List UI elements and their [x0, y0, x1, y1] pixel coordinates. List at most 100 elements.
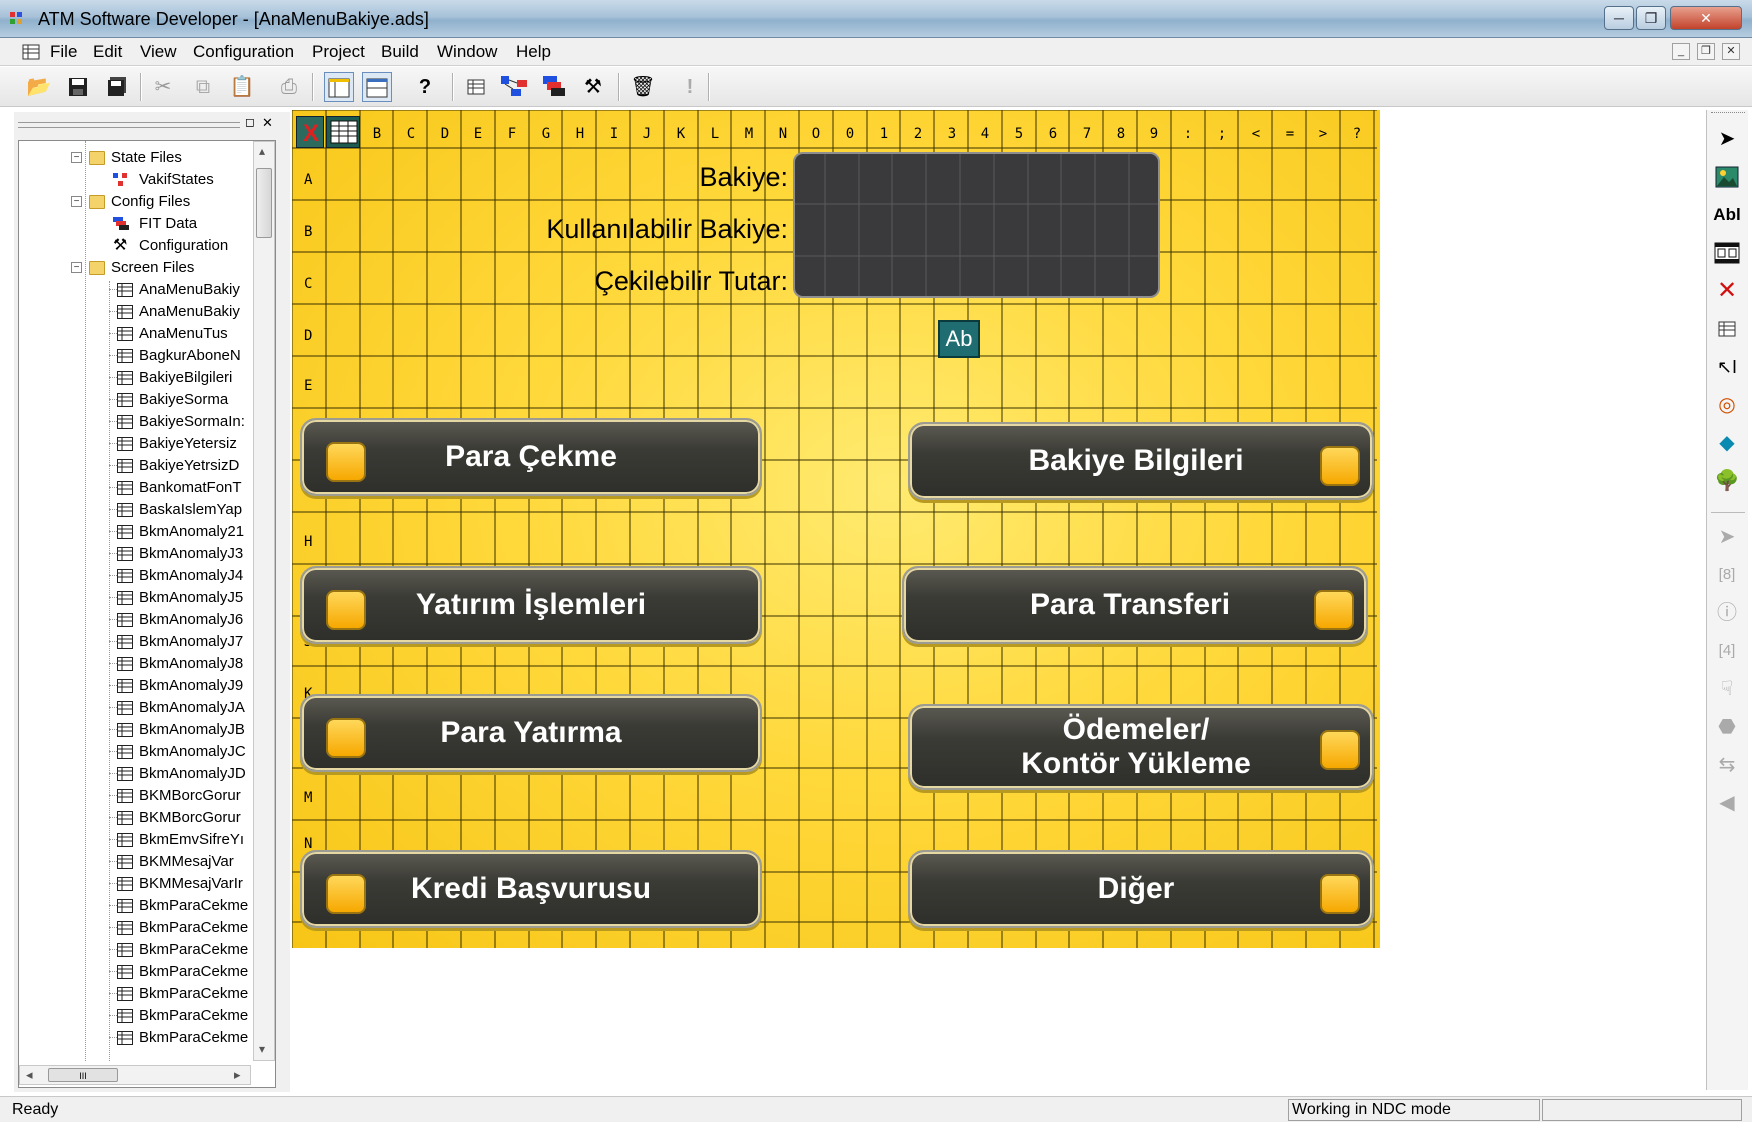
- screen-file-icon: [117, 723, 133, 737]
- corner-delete-button[interactable]: X: [296, 116, 324, 148]
- panel-gripper[interactable]: [18, 122, 240, 128]
- image-icon[interactable]: [1711, 162, 1743, 192]
- gauge-icon[interactable]: ◎: [1711, 390, 1743, 420]
- screen-design-canvas[interactable]: X BCDEFGHIJKLMNO0123456789:;<=>? ABCDEFG…: [292, 110, 1380, 948]
- collapse-toggle[interactable]: −: [71, 196, 82, 207]
- corner-grid-button[interactable]: [326, 116, 360, 148]
- grid-column-header: 8: [1116, 126, 1126, 142]
- grid-column-header: 2: [913, 126, 923, 142]
- screen-file-icon: [117, 679, 133, 693]
- grid-column-header: =: [1285, 126, 1295, 142]
- horizontal-scroll-thumb[interactable]: III: [48, 1068, 118, 1082]
- collapse-toggle[interactable]: −: [71, 152, 82, 163]
- odemeler-kontor-button[interactable]: Ödemeler/ Kontör Yükleme: [908, 704, 1374, 790]
- menu-build[interactable]: Build: [381, 42, 419, 62]
- scroll-right-arrow[interactable]: ▸: [234, 1067, 241, 1083]
- print-icon[interactable]: ⎙: [274, 72, 304, 102]
- mdi-close-button[interactable]: ✕: [1722, 43, 1740, 60]
- tree-vertical-scrollbar[interactable]: ▴ ▾: [253, 141, 275, 1061]
- yatirim-islemleri-button[interactable]: Yatırım İşlemleri: [300, 566, 762, 644]
- film-icon[interactable]: [1711, 238, 1743, 268]
- label-kullanilabilir-bakiye[interactable]: Kullanılabilir Bakiye:: [392, 214, 788, 245]
- tree-icon[interactable]: 🌳: [1711, 466, 1743, 496]
- cursor-text-icon[interactable]: ↖I: [1711, 352, 1743, 382]
- kredi-basvurusu-button[interactable]: Kredi Başvurusu: [300, 850, 762, 928]
- para-transferi-button[interactable]: Para Transferi: [902, 566, 1368, 644]
- menu-edit[interactable]: Edit: [93, 42, 122, 62]
- toolbox-gripper[interactable]: [1711, 112, 1745, 116]
- help-icon[interactable]: ?: [410, 72, 440, 102]
- run-icon[interactable]: !: [675, 72, 705, 102]
- menu-view[interactable]: View: [140, 42, 177, 62]
- hand-icon[interactable]: ☟: [1711, 674, 1743, 704]
- save-all-icon[interactable]: [102, 72, 132, 102]
- text-field-tag[interactable]: Ab: [938, 320, 980, 358]
- scroll-left-arrow[interactable]: ◂: [26, 1067, 33, 1083]
- diger-button[interactable]: Diğer: [908, 850, 1374, 928]
- balance-values-box[interactable]: [793, 152, 1160, 298]
- label-cekilebilir-tutar[interactable]: Çekilebilir Tutar:: [412, 266, 788, 297]
- fit-icon[interactable]: [539, 72, 569, 102]
- grid-column-header: ?: [1352, 126, 1362, 142]
- grid-column-header: B: [372, 126, 382, 142]
- toolbar-separator: [312, 73, 314, 101]
- label-bakiye[interactable]: Bakiye:: [442, 162, 788, 193]
- counter-icon[interactable]: [4]: [1711, 636, 1743, 666]
- mdi-minimize-button[interactable]: _: [1672, 43, 1690, 60]
- screen-file-icon: [117, 943, 133, 957]
- cut-icon[interactable]: ✂: [148, 72, 178, 102]
- vertical-scroll-thumb[interactable]: [256, 168, 272, 238]
- info-icon[interactable]: ⓘ: [1711, 598, 1743, 628]
- toolbar: 📂 ✂ ⧉ 📋 ⎙ ? ⚒ 🗑 !: [0, 67, 1752, 107]
- build-icon[interactable]: 🗑: [628, 72, 658, 102]
- controls-toolbox: ➤ Abl ✕ ↖I ◎ ◆ 🌳 ➤ [8] ⓘ [4] ☟ ⬣ ⇆ ◀: [1706, 110, 1748, 1090]
- minimize-button[interactable]: ─: [1604, 6, 1634, 30]
- save-icon[interactable]: [63, 72, 93, 102]
- menu-configuration[interactable]: Configuration: [193, 42, 294, 62]
- copy-icon[interactable]: ⧉: [188, 72, 218, 102]
- arrows-icon[interactable]: ⇆: [1711, 750, 1743, 780]
- number-box-icon[interactable]: [8]: [1711, 560, 1743, 590]
- state-icon[interactable]: [500, 72, 530, 102]
- pointer-disabled-icon[interactable]: ➤: [1711, 522, 1743, 552]
- menu-project[interactable]: Project: [312, 42, 365, 62]
- scroll-up-arrow[interactable]: ▴: [259, 144, 265, 158]
- screen-file-icon: [117, 327, 133, 341]
- window-title: ATM Software Developer - [AnaMenuBakiye.…: [38, 9, 429, 29]
- menu-help[interactable]: Help: [516, 42, 551, 62]
- text-icon[interactable]: Abl: [1711, 200, 1743, 230]
- tree-horizontal-scrollbar[interactable]: ◂ III ▸: [19, 1065, 251, 1085]
- ruler-icon[interactable]: ◆: [1711, 428, 1743, 458]
- project-tree: − State Files VakifStates − Config Files FIT …: [18, 140, 276, 1088]
- delete-x-icon[interactable]: ✕: [1711, 276, 1743, 306]
- open-icon[interactable]: 📂: [24, 72, 54, 102]
- tree-item-label: VakifStates: [139, 171, 214, 188]
- stop-icon[interactable]: ⬣: [1711, 712, 1743, 742]
- layout-icon[interactable]: [324, 72, 354, 102]
- folder-icon: [89, 195, 105, 209]
- collapse-toggle[interactable]: −: [71, 262, 82, 273]
- para-yatirma-button[interactable]: Para Yatırma: [300, 694, 762, 772]
- restore-button[interactable]: ❐: [1636, 6, 1666, 30]
- panel-icon[interactable]: [362, 72, 392, 102]
- para-cekme-label: Para Çekme: [445, 440, 617, 473]
- grid-icon[interactable]: [1711, 314, 1743, 344]
- screen-icon[interactable]: [461, 72, 491, 102]
- menu-file[interactable]: File: [50, 42, 77, 62]
- paste-icon[interactable]: 📋: [227, 72, 257, 102]
- back-icon[interactable]: ◀: [1711, 788, 1743, 818]
- panel-close-button[interactable]: ✕: [262, 115, 273, 131]
- close-button[interactable]: ✕: [1670, 6, 1742, 30]
- document-icon[interactable]: [22, 44, 40, 60]
- fit-icon: [113, 217, 129, 230]
- panel-float-button[interactable]: ◻: [245, 115, 255, 129]
- tree-item-label: Configuration: [139, 237, 229, 254]
- pointer-icon[interactable]: ➤: [1711, 124, 1743, 154]
- para-cekme-button[interactable]: Para Çekme: [300, 418, 762, 496]
- scroll-down-arrow[interactable]: ▾: [259, 1042, 265, 1056]
- tools-icon[interactable]: ⚒: [578, 72, 608, 102]
- state-icon: [113, 173, 127, 186]
- mdi-restore-button[interactable]: ❐: [1697, 43, 1715, 60]
- menu-window[interactable]: Window: [437, 42, 497, 62]
- bakiye-bilgileri-button[interactable]: Bakiye Bilgileri: [908, 422, 1374, 500]
